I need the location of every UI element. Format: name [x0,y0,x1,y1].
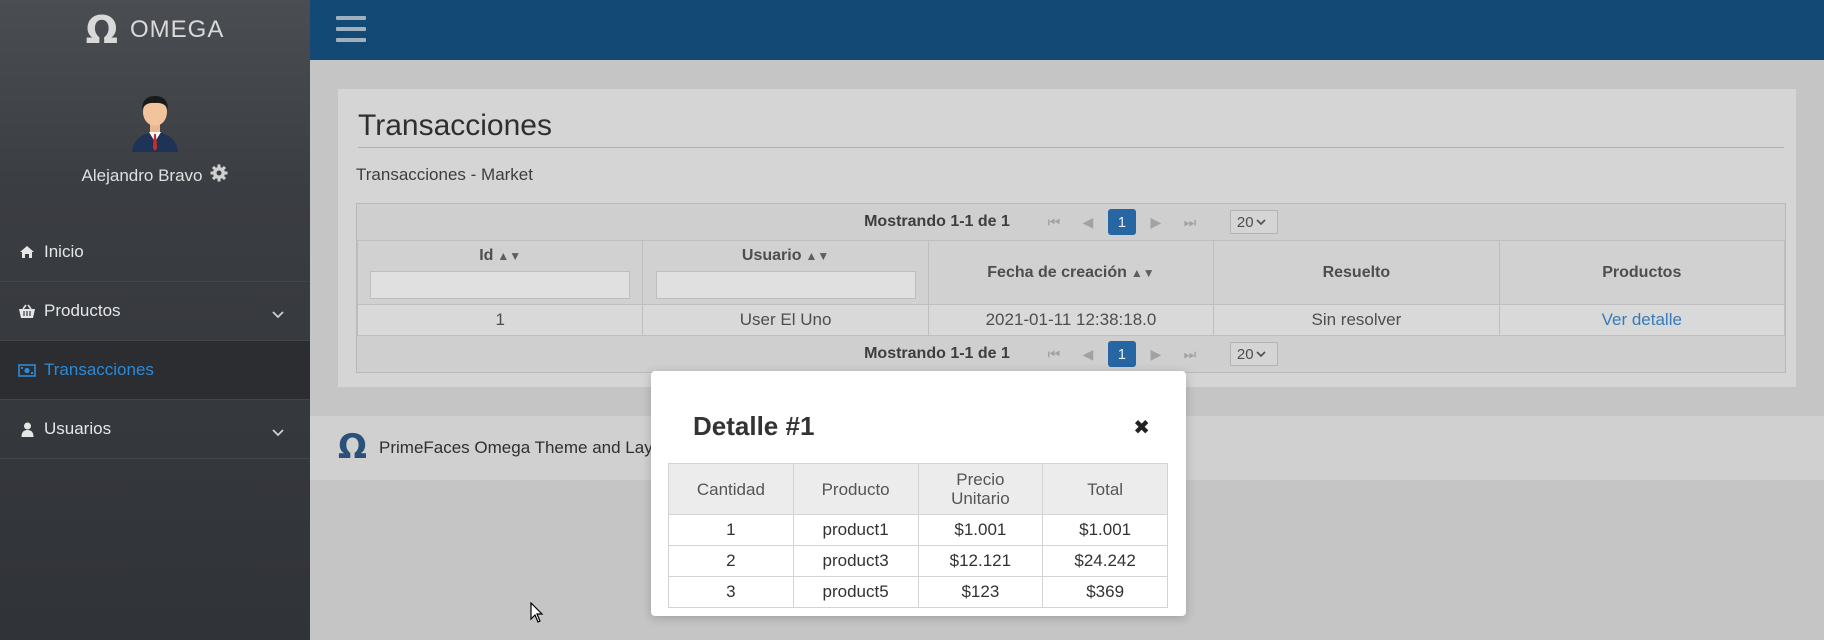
basket-icon [18,304,36,319]
cell-precio: $1.001 [917,514,1044,546]
user-icon [18,422,36,437]
sidebar-item-label: Usuarios [44,419,112,438]
profile-name-row: Alejandro Bravo [0,164,310,187]
sidebar-item-label: Inicio [44,242,84,261]
cell-precio: $12.121 [917,545,1044,577]
sidebar-menu: Inicio Productos Transacciones Usuarios [0,223,310,459]
table-row: 3 product5 $123 $369 [668,576,1168,608]
sidebar-item-label: Transacciones [44,360,154,379]
omega-logo-icon: Ω [85,8,118,52]
sidebar-item-productos[interactable]: Productos [0,282,310,341]
sidebar-item-inicio[interactable]: Inicio [0,223,310,282]
money-icon [18,363,36,377]
cell-producto: product3 [792,545,919,577]
cell-total: $24.242 [1042,545,1168,577]
profile-name: Alejandro Bravo [81,165,203,185]
column-header-cantidad: Cantidad [668,463,794,515]
detail-table: Cantidad Producto Precio Unitario Total … [668,463,1168,608]
table-row: 1 product1 $1.001 $1.001 [668,514,1168,546]
avatar [128,90,182,152]
cell-cantidad: 3 [668,576,794,608]
cell-cantidad: 1 [668,514,794,546]
column-header-precio: Precio Unitario [917,463,1044,515]
sidebar-item-usuarios[interactable]: Usuarios [0,400,310,459]
home-icon [18,245,36,259]
cell-producto: product1 [792,514,919,546]
cell-producto: product5 [792,576,919,608]
column-header-producto: Producto [792,463,919,515]
logo[interactable]: Ω OMEGA [0,0,310,60]
menu-toggle-icon[interactable] [336,16,366,42]
close-icon[interactable]: ✖ [1133,415,1150,440]
dialog-title: Detalle #1 [693,411,815,441]
logo-text: OMEGA [129,16,225,43]
topbar [310,0,1824,60]
profile: Alejandro Bravo [0,60,310,187]
sidebar: Ω OMEGA Alejandro Bravo Inicio Productos… [0,0,310,640]
sidebar-item-transacciones[interactable]: Transacciones [0,341,310,400]
column-header-total: Total [1042,463,1168,515]
cell-total: $1.001 [1042,514,1168,546]
cell-total: $369 [1042,576,1168,608]
table-row: 2 product3 $12.121 $24.242 [668,545,1168,577]
cell-cantidad: 2 [668,545,794,577]
chevron-down-icon [272,422,284,442]
mouse-cursor-icon [530,601,544,629]
gear-icon[interactable] [210,164,228,187]
cell-precio: $123 [917,576,1044,608]
chevron-down-icon [272,304,284,324]
sidebar-item-label: Productos [44,301,121,320]
detail-dialog: Detalle #1 ✖ Cantidad Producto Precio Un… [651,371,1186,616]
